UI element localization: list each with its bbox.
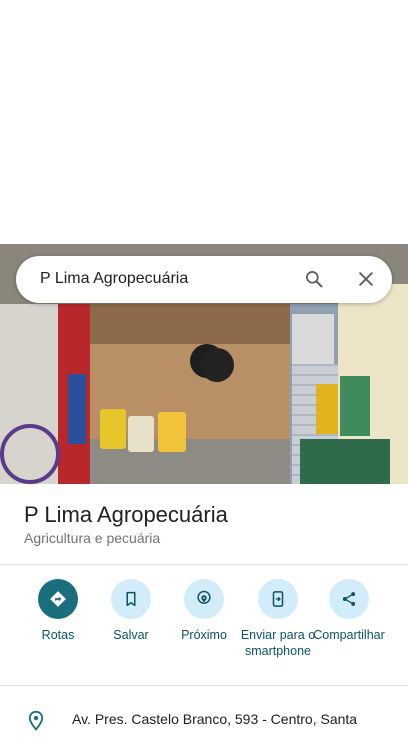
location-pin-icon [26,710,46,732]
address-row[interactable]: Av. Pres. Castelo Branco, 593 - Centro, … [0,700,408,731]
place-category[interactable]: Agricultura e pecuária [24,530,160,546]
nearby-icon [184,579,224,619]
photo-feed-bag [100,409,126,449]
send-to-phone-label: Enviar para o smartphone [240,628,316,658]
divider [0,564,408,565]
photo-feed-bag [158,412,186,452]
address-text: Av. Pres. Castelo Branco, 593 - Centro, … [72,711,358,727]
photo-green-counter [300,439,390,484]
search-bar[interactable]: P Lima Agropecuária [16,256,392,303]
send-to-phone-button[interactable]: Enviar para o smartphone [240,579,316,659]
divider [0,685,408,686]
bookmark-icon [111,579,151,619]
directions-label: Rotas [41,628,75,642]
save-label: Salvar [113,628,149,642]
map-blank-area [0,0,408,244]
share-icon [329,579,369,619]
photo-feed-bag [340,376,370,436]
photo-feed-bag [128,416,154,452]
photo-feed-bag [316,384,338,434]
photo-heart-sign-2 [200,348,234,382]
photo-bicycle-wheel [0,424,60,484]
search-icon[interactable] [304,269,324,289]
place-title: P Lima Agropecuária [24,502,228,527]
directions-icon [38,579,78,619]
save-button[interactable]: Salvar [95,579,167,643]
send-to-phone-icon [258,579,298,619]
search-input[interactable]: P Lima Agropecuária [40,270,188,288]
nearby-label: Próximo [181,628,227,642]
share-button[interactable]: Compartilhar [313,579,385,643]
photo-cat-poster [292,314,334,364]
share-label: Compartilhar [313,628,385,642]
photo-ceiling [90,304,290,344]
nearby-button[interactable]: Próximo [168,579,240,643]
photo-signboard [68,374,86,444]
directions-button[interactable]: Rotas [22,579,94,643]
close-icon[interactable] [356,269,376,289]
